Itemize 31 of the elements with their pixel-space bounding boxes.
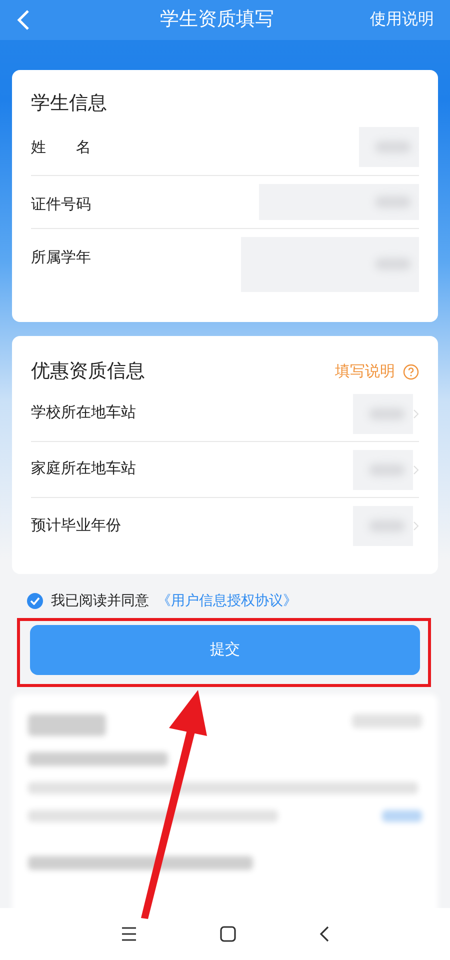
field-label: 学校所在地车站	[31, 403, 136, 424]
select-row[interactable]: 学校所在地车站	[31, 386, 419, 442]
blurred-value	[353, 450, 413, 490]
field-label: 预计毕业年份	[31, 516, 121, 536]
select-row[interactable]: 家庭所在地车站	[31, 442, 419, 498]
check-icon	[30, 596, 40, 604]
fill-instructions-link[interactable]: 填写说明	[335, 360, 419, 383]
back-icon[interactable]	[318, 926, 329, 942]
blurred-value	[353, 394, 413, 434]
blurred-value	[359, 126, 419, 166]
agreement-link[interactable]: 《用户信息授权协议》	[157, 590, 297, 611]
section-title: 学生信息	[31, 92, 108, 116]
instructions-link[interactable]: 使用说明	[370, 8, 434, 32]
submit-button[interactable]: 提交	[30, 625, 420, 675]
chevron-icon	[413, 521, 419, 531]
select-row[interactable]: 预计毕业年份	[31, 498, 419, 554]
menu-icon[interactable]	[121, 927, 138, 941]
agreement-text: 我已阅读并同意	[51, 591, 149, 610]
back-icon	[16, 9, 30, 31]
chevron-icon	[413, 464, 419, 474]
chevron-icon	[413, 408, 419, 418]
field-label: 姓 名	[31, 138, 91, 158]
home-icon[interactable]	[220, 926, 236, 942]
agreement-checkbox[interactable]	[27, 592, 43, 608]
help-icon	[403, 364, 419, 380]
section-title: 优惠资质信息	[31, 360, 145, 384]
field-label: 家庭所在地车站	[31, 459, 136, 480]
blurred-value	[353, 506, 413, 546]
field-label: 所属学年	[31, 248, 91, 268]
field-label: 证件号码	[31, 194, 91, 214]
page-title: 学生资质填写	[160, 8, 274, 32]
